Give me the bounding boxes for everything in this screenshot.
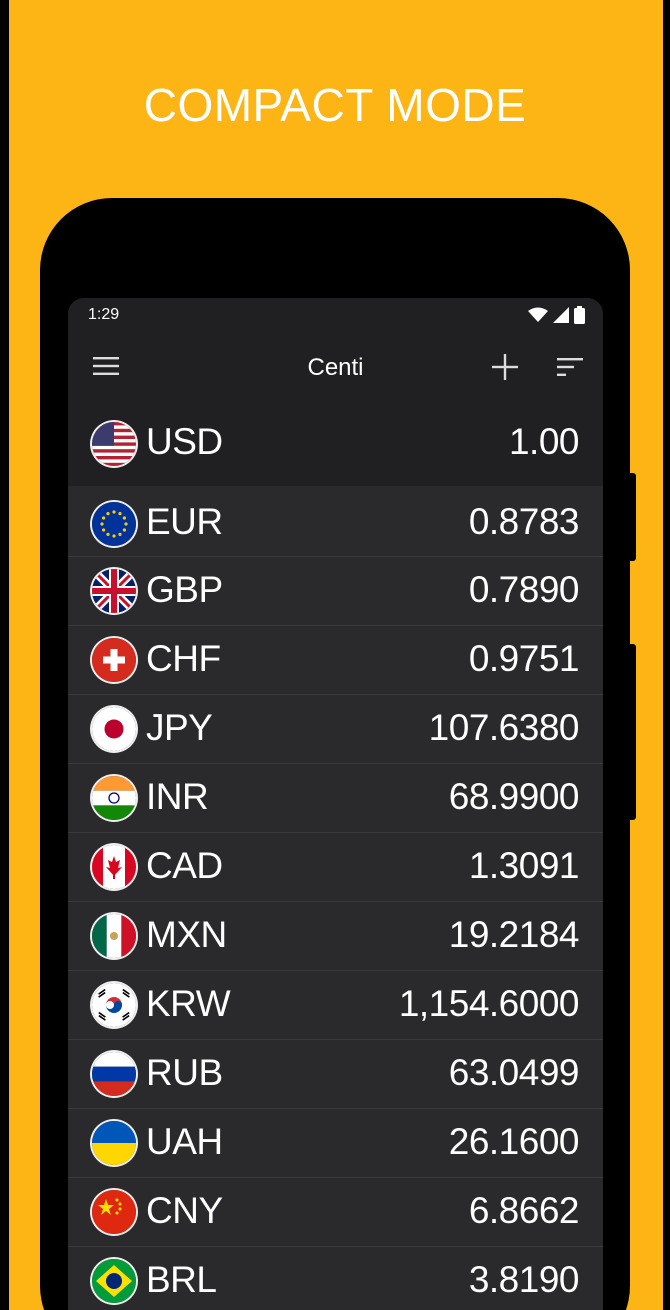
wifi-icon bbox=[528, 307, 548, 323]
currency-row-rub[interactable]: RUB 63.0499 bbox=[68, 1039, 603, 1108]
currency-code: USD bbox=[146, 421, 223, 462]
flag-ua-icon bbox=[92, 1121, 136, 1165]
currency-amount[interactable]: 1.3091 bbox=[469, 845, 580, 887]
app-screen: 1:29 Centi USD 1.00 EUR 0.8783 GBP 0.789… bbox=[68, 298, 603, 1310]
currency-row-eur[interactable]: EUR 0.8783 bbox=[68, 486, 603, 556]
currency-amount[interactable]: 3.8190 bbox=[469, 1259, 580, 1301]
flag-jp-icon bbox=[92, 707, 136, 751]
currency-code: KRW bbox=[146, 983, 231, 1024]
app-bar: Centi bbox=[68, 332, 603, 402]
currency-amount[interactable]: 6.8662 bbox=[469, 1190, 580, 1232]
add-icon[interactable] bbox=[492, 354, 518, 380]
currency-amount[interactable]: 68.9900 bbox=[449, 776, 580, 818]
currency-code: BRL bbox=[146, 1259, 217, 1300]
currency-amount[interactable]: 0.7890 bbox=[469, 569, 580, 611]
currency-row-jpy[interactable]: JPY 107.6380 bbox=[68, 694, 603, 763]
promo-screenshot: COMPACT MODE 1:29 Centi USD 1.00 EUR 0.8… bbox=[0, 0, 670, 1310]
currency-code: UAH bbox=[146, 1121, 223, 1162]
currency-row-cny[interactable]: CNY 6.8662 bbox=[68, 1177, 603, 1246]
currency-amount[interactable]: 19.2184 bbox=[449, 914, 580, 956]
currency-code: GBP bbox=[146, 569, 223, 610]
status-icons bbox=[528, 306, 585, 324]
currency-amount[interactable]: 107.6380 bbox=[429, 707, 580, 749]
currency-amount[interactable]: 1,154.6000 bbox=[399, 983, 580, 1025]
flag-ca-icon bbox=[92, 845, 136, 889]
currency-code: JPY bbox=[146, 707, 213, 748]
base-currency-row[interactable]: USD 1.00 bbox=[68, 402, 603, 486]
currency-code: MXN bbox=[146, 914, 227, 955]
currency-amount[interactable]: 1.00 bbox=[509, 421, 580, 463]
flag-us-icon bbox=[92, 422, 136, 466]
currency-row-mxn[interactable]: MXN 19.2184 bbox=[68, 901, 603, 970]
headline: COMPACT MODE bbox=[143, 79, 527, 131]
currency-code: CAD bbox=[146, 845, 223, 886]
currency-amount[interactable]: 26.1600 bbox=[449, 1121, 580, 1163]
app-title: Centi bbox=[307, 354, 364, 381]
currency-code: INR bbox=[146, 776, 209, 817]
currency-row-krw[interactable]: KRW 1,154.6000 bbox=[68, 970, 603, 1039]
currency-amount[interactable]: 0.9751 bbox=[469, 638, 580, 680]
currency-code: EUR bbox=[146, 501, 223, 542]
signal-icon bbox=[553, 307, 569, 323]
currency-row-cad[interactable]: CAD 1.3091 bbox=[68, 832, 603, 901]
currency-code: RUB bbox=[146, 1052, 223, 1093]
flag-kr-icon bbox=[92, 983, 136, 1027]
currency-code: CHF bbox=[146, 638, 221, 679]
currency-amount[interactable]: 0.8783 bbox=[469, 501, 580, 543]
phone-power-button bbox=[626, 473, 636, 561]
currency-row-inr[interactable]: INR 68.9900 bbox=[68, 763, 603, 832]
flag-ch-icon bbox=[92, 638, 136, 682]
currency-row-uah[interactable]: UAH 26.1600 bbox=[68, 1108, 603, 1177]
flag-mx-icon bbox=[92, 914, 136, 958]
flag-cn-icon bbox=[92, 1190, 136, 1234]
flag-ru-icon bbox=[92, 1052, 136, 1096]
flag-br-icon bbox=[92, 1259, 136, 1303]
battery-icon bbox=[574, 306, 585, 324]
currency-amount[interactable]: 63.0499 bbox=[449, 1052, 580, 1094]
flag-gb-icon bbox=[92, 569, 136, 613]
sort-icon[interactable] bbox=[557, 357, 583, 377]
currency-row-chf[interactable]: CHF 0.9751 bbox=[68, 625, 603, 694]
currency-code: CNY bbox=[146, 1190, 223, 1231]
currency-row-gbp[interactable]: GBP 0.7890 bbox=[68, 556, 603, 625]
flag-in-icon bbox=[92, 776, 136, 820]
status-time: 1:29 bbox=[88, 306, 120, 323]
flag-eu-icon bbox=[92, 502, 136, 546]
phone-volume-button bbox=[626, 644, 636, 820]
currency-row-brl[interactable]: BRL 3.8190 bbox=[68, 1246, 603, 1310]
status-bar: 1:29 bbox=[68, 298, 603, 332]
